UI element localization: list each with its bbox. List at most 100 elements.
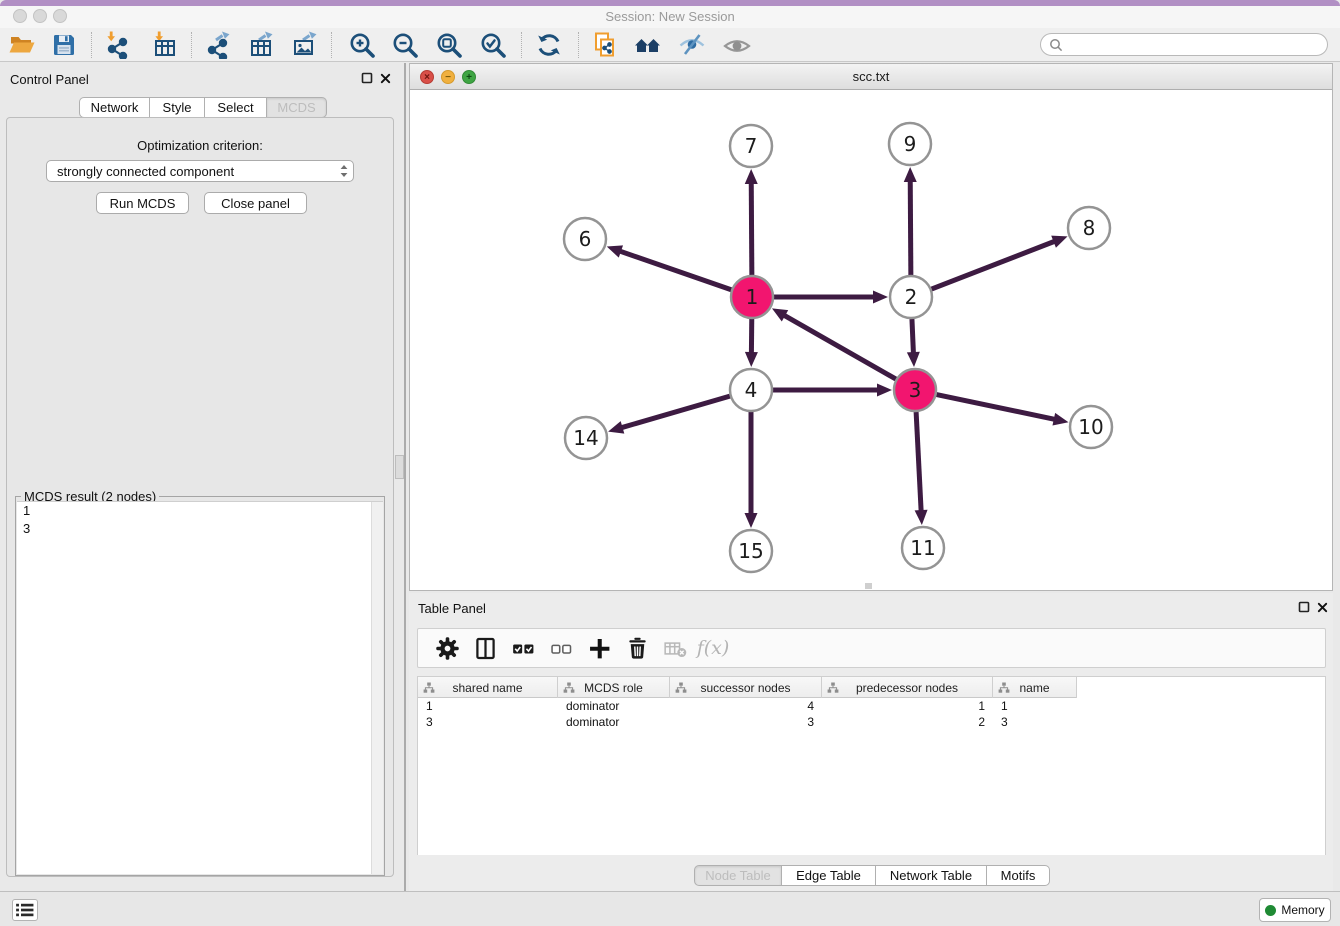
graph-edge[interactable] [783, 315, 896, 379]
tab-network[interactable]: Network [79, 97, 150, 118]
zoom-fit-icon[interactable] [432, 29, 466, 61]
graph-edge-arrowhead [873, 291, 888, 304]
graph-edge-arrowhead [608, 421, 624, 433]
search-box[interactable] [1040, 33, 1328, 56]
table-cell[interactable]: 3 [993, 714, 1077, 730]
table-cell[interactable]: 2 [822, 714, 993, 730]
svg-text:1: 1 [746, 285, 759, 309]
svg-text:9: 9 [904, 132, 917, 156]
houses-icon[interactable] [631, 29, 665, 61]
export-image-icon[interactable] [288, 29, 322, 61]
import-network-icon[interactable] [100, 29, 134, 61]
tab-edge-table[interactable]: Edge Table [782, 865, 876, 886]
mcds-result-item[interactable]: 1 [17, 502, 383, 520]
graph-node-6[interactable]: 6 [564, 218, 606, 260]
graph-edge[interactable] [910, 180, 911, 275]
graph-edge[interactable] [937, 395, 1056, 420]
graph-edge[interactable] [912, 319, 914, 354]
search-input[interactable] [1063, 38, 1327, 52]
column-header-MCDS-role[interactable]: MCDS role [558, 677, 670, 698]
gear-icon[interactable] [428, 632, 466, 664]
table-cell[interactable]: 3 [418, 714, 558, 730]
close-panel-button[interactable]: Close panel [204, 192, 307, 214]
column-header-shared-name[interactable]: shared name [418, 677, 558, 698]
run-mcds-button[interactable]: Run MCDS [96, 192, 189, 214]
tab-motifs[interactable]: Motifs [987, 865, 1050, 886]
graph-edge[interactable] [916, 412, 921, 512]
open-folder-icon[interactable] [5, 29, 39, 61]
column-header-successor-nodes[interactable]: successor nodes [670, 677, 822, 698]
splitter-grip[interactable] [395, 455, 404, 479]
control-panel: Control Panel NetworkStyleSelectMCDS Opt… [0, 63, 404, 891]
table-cell[interactable]: dominator [558, 698, 670, 714]
table-row[interactable]: 3dominator323 [418, 714, 1325, 730]
deselect-all-icon[interactable] [542, 632, 580, 664]
graph-node-10[interactable]: 10 [1070, 406, 1112, 448]
select-all-icon[interactable] [504, 632, 542, 664]
criterion-select[interactable]: strongly connected component [46, 160, 354, 182]
float-panel-icon[interactable] [360, 71, 374, 85]
close-panel-icon[interactable] [1315, 600, 1329, 614]
network-view-title: scc.txt [410, 69, 1332, 84]
table-cell[interactable]: 4 [670, 698, 822, 714]
table-cell[interactable]: 3 [670, 714, 822, 730]
task-history-button[interactable] [12, 899, 38, 921]
graph-node-8[interactable]: 8 [1068, 207, 1110, 249]
table-cell[interactable]: dominator [558, 714, 670, 730]
float-panel-icon[interactable] [1297, 600, 1311, 614]
vertical-splitter[interactable] [404, 63, 406, 891]
graph-node-3[interactable]: 3 [894, 369, 936, 411]
tab-select[interactable]: Select [205, 97, 267, 118]
tab-style[interactable]: Style [150, 97, 205, 118]
graph-edge[interactable] [932, 241, 1056, 289]
zoom-in-icon[interactable] [345, 29, 379, 61]
eye-slash-icon[interactable] [675, 29, 709, 61]
table-cell[interactable]: 1 [822, 698, 993, 714]
graph-edge[interactable] [619, 251, 731, 290]
save-icon[interactable] [47, 29, 81, 61]
close-panel-icon[interactable] [378, 71, 392, 85]
graph-node-4[interactable]: 4 [730, 369, 772, 411]
canvas-resize-grip[interactable] [865, 583, 872, 589]
refresh-icon[interactable] [532, 29, 566, 61]
table-panel: Table Panel f(x) shared name MCDS role s… [409, 593, 1333, 891]
table-cell[interactable]: 1 [993, 698, 1077, 714]
network-canvas[interactable]: 7 9 6 8 1 2 4 3 14 10 15 11 [410, 90, 1332, 590]
graph-node-15[interactable]: 15 [730, 530, 772, 572]
svg-text:4: 4 [745, 378, 758, 402]
import-table-icon[interactable] [148, 29, 182, 61]
mcds-result-list[interactable]: 13 [17, 501, 383, 874]
zoom-selected-icon[interactable] [476, 29, 510, 61]
trash-icon[interactable] [618, 632, 656, 664]
mcds-result-item[interactable]: 3 [17, 520, 383, 538]
column-header-name[interactable]: name [993, 677, 1077, 698]
tab-node-table[interactable]: Node Table [694, 865, 782, 886]
graph-edge[interactable] [751, 182, 752, 275]
hierarchy-icon [998, 682, 1010, 694]
tab-network-table[interactable]: Network Table [876, 865, 987, 886]
graph-edge-arrowhead [1052, 413, 1068, 426]
table-row[interactable]: 1dominator411 [418, 698, 1325, 714]
column-header-predecessor-nodes[interactable]: predecessor nodes [822, 677, 993, 698]
table-cell[interactable]: 1 [418, 698, 558, 714]
columns-icon[interactable] [466, 632, 504, 664]
toolbar-separator [91, 32, 92, 58]
zoom-out-icon[interactable] [388, 29, 422, 61]
memory-button[interactable]: Memory [1259, 898, 1331, 922]
graph-node-11[interactable]: 11 [902, 527, 944, 569]
graph-node-7[interactable]: 7 [730, 125, 772, 167]
node-table[interactable]: shared name MCDS role successor nodes pr… [417, 676, 1326, 855]
svg-text:8: 8 [1083, 216, 1096, 240]
export-network-icon[interactable] [201, 29, 235, 61]
documents-share-icon[interactable] [588, 29, 622, 61]
graph-node-9[interactable]: 9 [889, 123, 931, 165]
graph-node-14[interactable]: 14 [565, 417, 607, 459]
graph-edge[interactable] [621, 396, 730, 428]
graph-node-2[interactable]: 2 [890, 276, 932, 318]
graph-node-1[interactable]: 1 [731, 276, 773, 318]
tab-mcds[interactable]: MCDS [267, 97, 327, 118]
plus-icon[interactable] [580, 632, 618, 664]
scrollbar-track[interactable] [371, 502, 383, 874]
network-window-titlebar[interactable]: × − + scc.txt [410, 64, 1332, 90]
export-table-icon[interactable] [244, 29, 278, 61]
